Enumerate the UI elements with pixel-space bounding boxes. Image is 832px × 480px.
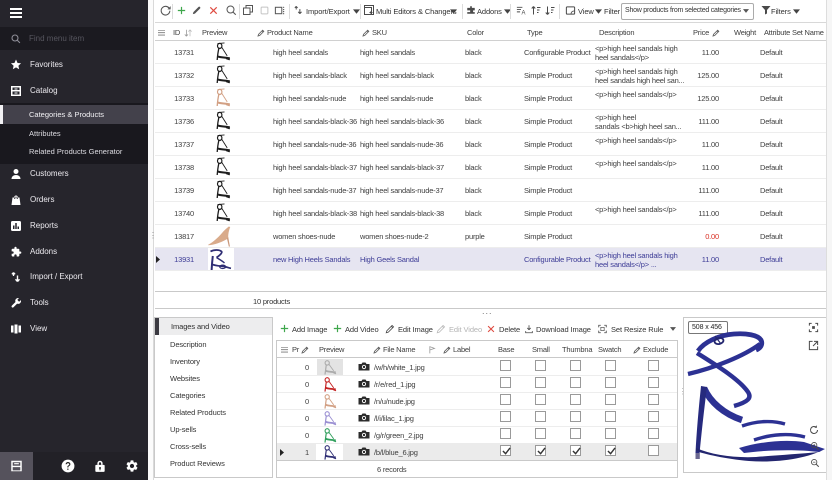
- svg-text:A: A: [521, 11, 525, 16]
